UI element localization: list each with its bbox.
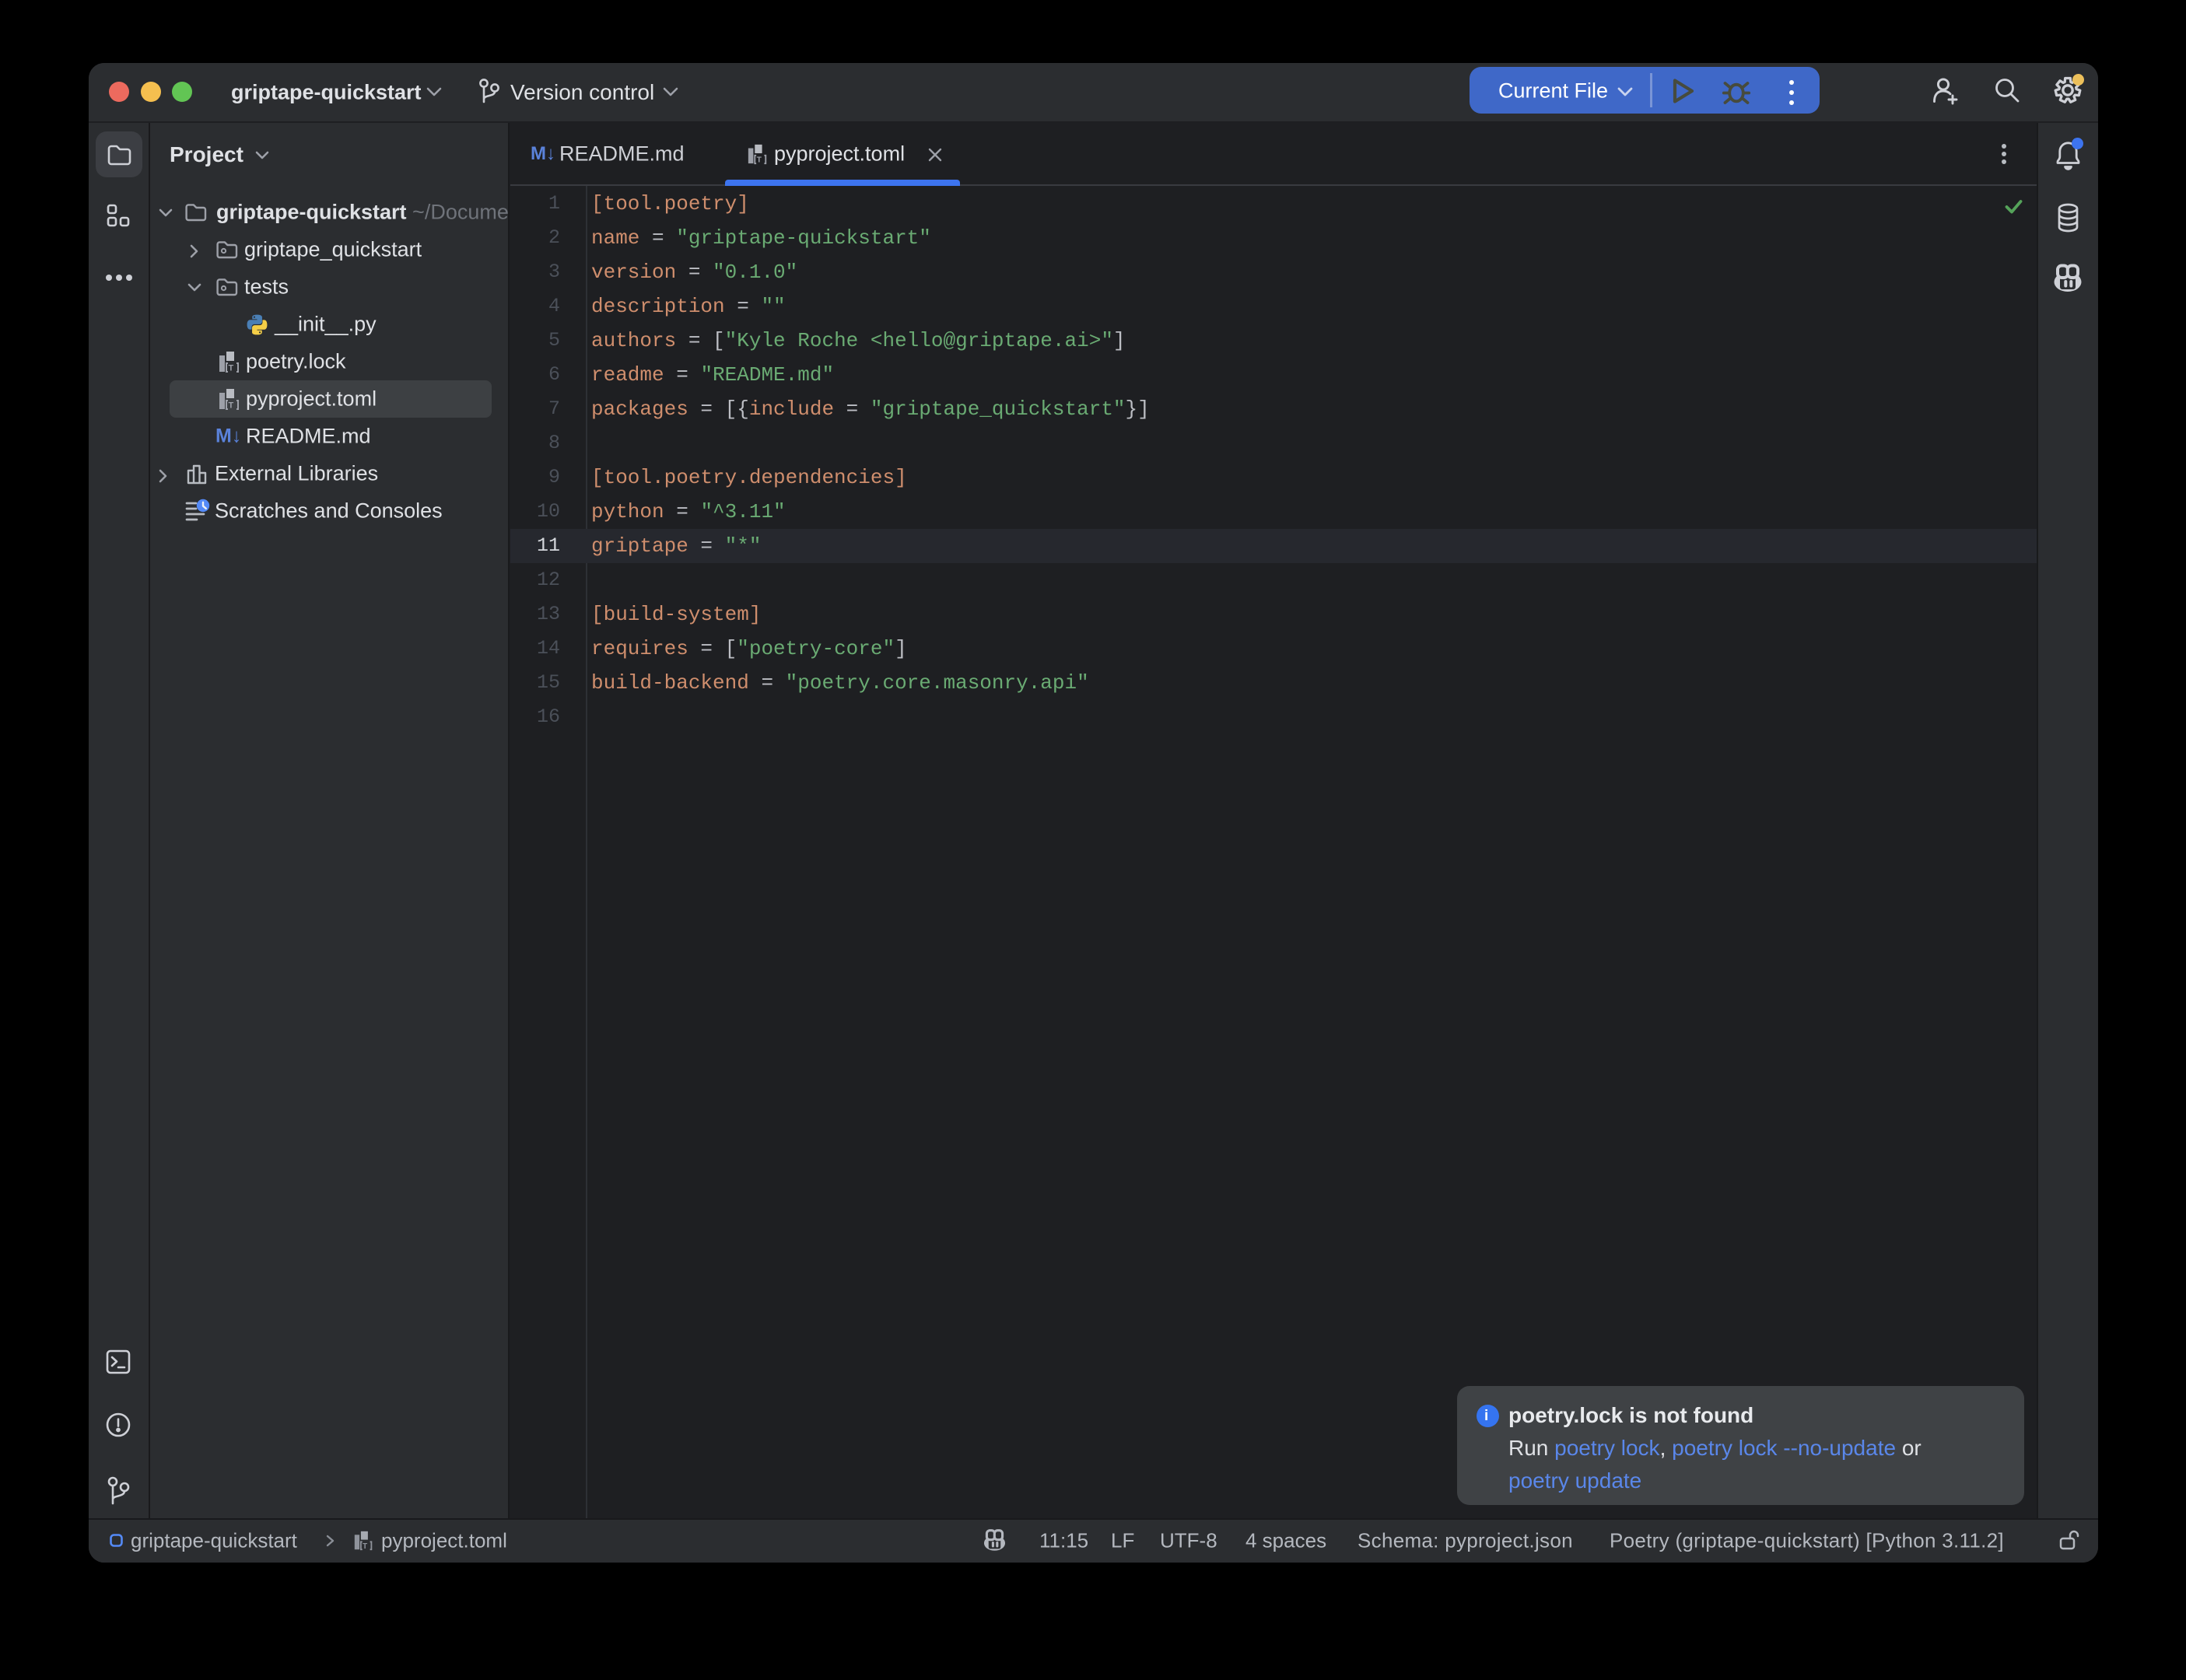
svg-text:T: T (229, 364, 234, 373)
svg-text:T: T (229, 401, 234, 411)
svg-text:T: T (757, 156, 762, 165)
svg-text:T: T (363, 1542, 367, 1551)
